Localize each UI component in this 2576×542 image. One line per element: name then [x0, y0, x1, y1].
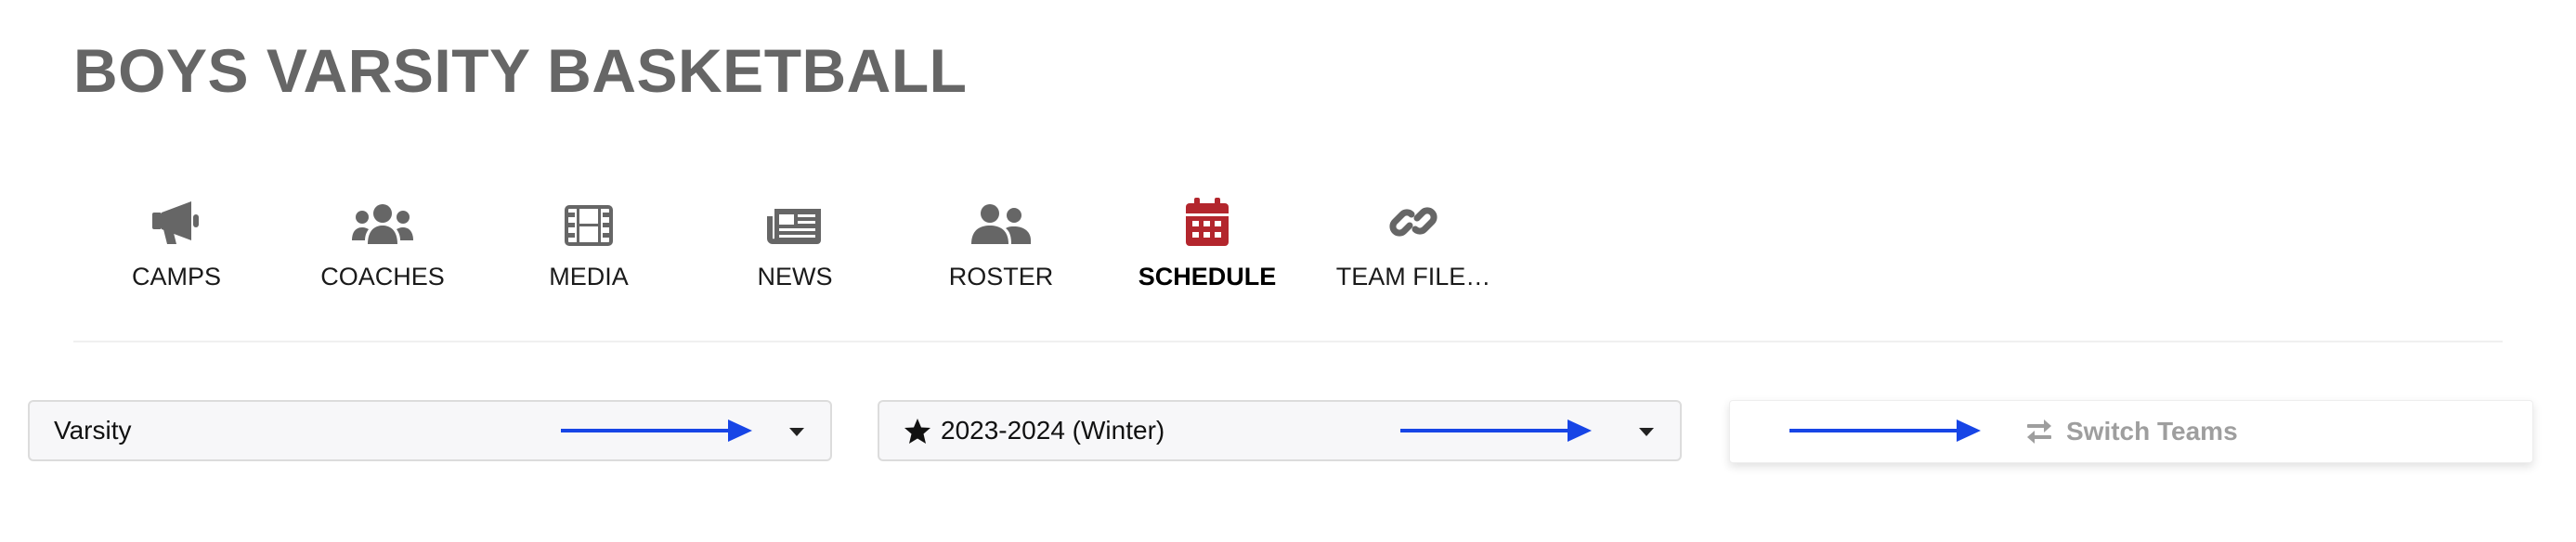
annotation-arrow: [1789, 419, 1981, 442]
caret-down-icon: [789, 428, 804, 436]
nav-item-roster[interactable]: ROSTER: [898, 190, 1104, 291]
star-icon: [904, 418, 931, 445]
switch-teams-content: Switch Teams: [2025, 401, 2238, 462]
annotation-arrow: [1400, 419, 1592, 442]
caret-down-icon: [1639, 428, 1654, 436]
nav-item-label: ROSTER: [948, 263, 1054, 290]
user-friends-icon: [971, 190, 1031, 246]
nav-item-label: CAMPS: [131, 263, 222, 290]
team-select-value: Varsity: [54, 416, 132, 445]
nav-item-team-files[interactable]: TEAM FILE…: [1310, 190, 1516, 291]
nav-item-label: NEWS: [757, 263, 833, 290]
film-icon: [565, 190, 613, 246]
divider: [73, 341, 2503, 342]
team-nav: CAMPS COACHES MEDIA NEWS ROSTER SCHEDULE…: [73, 190, 1516, 291]
nav-item-label: SCHEDULE: [1138, 263, 1277, 290]
link-icon: [1389, 190, 1438, 246]
season-select-content: 2023-2024 (Winter): [904, 416, 1164, 445]
nav-item-label: COACHES: [320, 263, 445, 290]
calendar-icon: [1186, 190, 1229, 246]
nav-item-schedule[interactable]: SCHEDULE: [1104, 190, 1310, 291]
newspaper-icon: [767, 190, 823, 246]
users-icon: [352, 190, 413, 246]
nav-item-coaches[interactable]: COACHES: [280, 190, 486, 291]
nav-item-camps[interactable]: CAMPS: [73, 190, 280, 291]
megaphone-icon: [150, 190, 202, 246]
page-title: BOYS VARSITY BASKETBALL: [73, 36, 968, 105]
nav-item-news[interactable]: NEWS: [692, 190, 898, 291]
nav-item-label: TEAM FILE…: [1335, 263, 1491, 290]
switch-teams-label: Switch Teams: [2066, 417, 2238, 445]
nav-item-media[interactable]: MEDIA: [486, 190, 692, 291]
nav-item-label: MEDIA: [549, 263, 629, 290]
annotation-arrow: [561, 419, 752, 442]
season-select-value: 2023-2024 (Winter): [941, 416, 1165, 445]
exchange-icon: [2027, 419, 2051, 444]
